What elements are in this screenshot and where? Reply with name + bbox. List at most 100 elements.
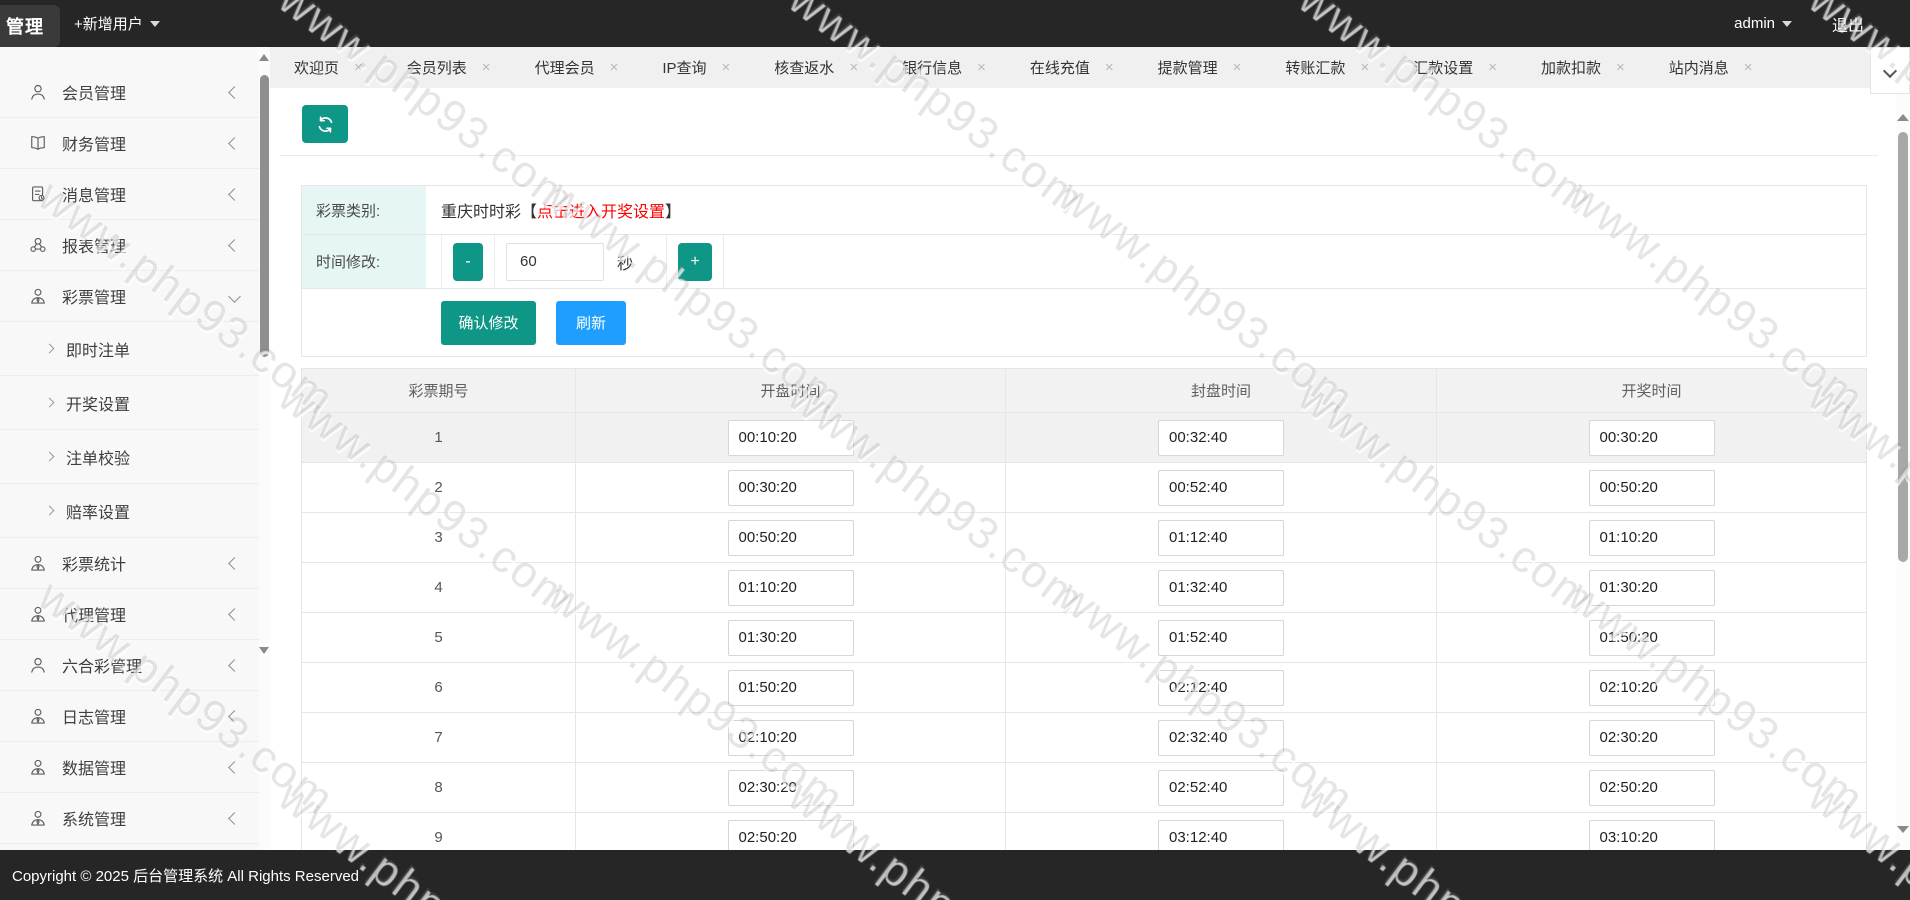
open-draw-settings-link[interactable]: 点击进入开奖设置	[537, 198, 665, 222]
tab-label[interactable]: 会员列表	[407, 57, 467, 78]
tab-label[interactable]: 转账汇款	[1285, 57, 1345, 78]
tab-label[interactable]: 站内消息	[1669, 57, 1729, 78]
minus-button[interactable]: -	[453, 243, 483, 281]
tab[interactable]: 欢迎页 ×	[294, 57, 363, 78]
tab[interactable]: 汇款设置 ×	[1413, 57, 1497, 78]
tab-close-icon[interactable]: ×	[482, 59, 491, 76]
sidebar-item[interactable]: 消息管理	[0, 169, 259, 220]
sidebar-subitem[interactable]: 赔率设置	[0, 484, 259, 538]
sidebar-item[interactable]: 数据管理	[0, 742, 259, 793]
scroll-up-arrow-icon[interactable]	[1897, 114, 1909, 121]
confirm-button[interactable]: 确认修改	[441, 301, 536, 345]
scroll-down-arrow-icon[interactable]	[259, 647, 269, 654]
draw-time-input[interactable]	[1589, 720, 1715, 756]
refresh-form-button[interactable]: 刷新	[556, 301, 626, 345]
scroll-down-arrow-icon[interactable]	[1897, 826, 1909, 833]
close-time-input[interactable]	[1158, 670, 1284, 706]
draw-time-input[interactable]	[1589, 420, 1715, 456]
tab-close-icon[interactable]: ×	[610, 59, 619, 76]
draw-time-input[interactable]	[1589, 770, 1715, 806]
tab[interactable]: 提款管理 ×	[1158, 57, 1242, 78]
open-time-input[interactable]	[728, 420, 854, 456]
close-time-input[interactable]	[1158, 470, 1284, 506]
draw-time-input[interactable]	[1589, 670, 1715, 706]
tab-dropdown-button[interactable]	[1870, 47, 1910, 94]
draw-time-input[interactable]	[1589, 520, 1715, 556]
tab[interactable]: 站内消息 ×	[1669, 57, 1753, 78]
plus-button[interactable]: +	[678, 243, 712, 281]
tab-close-icon[interactable]: ×	[354, 59, 363, 76]
sidebar-scrollbar[interactable]	[259, 47, 270, 850]
tab-close-icon[interactable]: ×	[722, 59, 731, 76]
sidebar-item[interactable]: 彩票统计	[0, 538, 259, 589]
tab-close-icon[interactable]: ×	[1488, 59, 1497, 76]
sidebar-item[interactable]: 彩票管理	[0, 271, 259, 322]
open-time-input[interactable]	[728, 670, 854, 706]
open-time-input[interactable]	[728, 770, 854, 806]
sidebar-item[interactable]: 日志管理	[0, 691, 259, 742]
close-time-input[interactable]	[1158, 720, 1284, 756]
tab-label[interactable]: 加款扣款	[1541, 57, 1601, 78]
sidebar-subitem[interactable]: 开奖设置	[0, 376, 259, 430]
sidebar-item[interactable]: 会员管理	[0, 67, 259, 118]
close-time-input[interactable]	[1158, 420, 1284, 456]
tab-close-icon[interactable]: ×	[849, 59, 858, 76]
tab-close-icon[interactable]: ×	[1360, 59, 1369, 76]
open-time-input[interactable]	[728, 520, 854, 556]
sidebar-scrollbar-thumb[interactable]	[260, 75, 269, 357]
open-time-input[interactable]	[728, 720, 854, 756]
close-time-input[interactable]	[1158, 770, 1284, 806]
tab-close-icon[interactable]: ×	[1233, 59, 1242, 76]
tab[interactable]: 加款扣款 ×	[1541, 57, 1625, 78]
add-user-button[interactable]: +新增用户	[74, 0, 160, 47]
draw-time-input[interactable]	[1589, 620, 1715, 656]
seconds-input[interactable]	[506, 243, 604, 281]
tab[interactable]: IP查询 ×	[662, 57, 730, 78]
tab-label[interactable]: 银行信息	[902, 57, 962, 78]
tab-close-icon[interactable]: ×	[1105, 59, 1114, 76]
tab-close-icon[interactable]: ×	[1744, 59, 1753, 76]
open-time-input[interactable]	[728, 820, 854, 851]
tab-close-icon[interactable]: ×	[977, 59, 986, 76]
sidebar-item[interactable]: 报表管理	[0, 220, 259, 271]
close-time-input[interactable]	[1158, 520, 1284, 556]
user-menu[interactable]: admin	[1734, 0, 1792, 47]
user-tie-icon	[28, 757, 48, 777]
tab-label[interactable]: 代理会员	[535, 57, 595, 78]
close-time-input[interactable]	[1158, 570, 1284, 606]
content-scrollbar[interactable]	[1896, 88, 1910, 850]
tab-close-icon[interactable]: ×	[1616, 59, 1625, 76]
tab-label[interactable]: 核查返水	[774, 57, 834, 78]
open-time-input[interactable]	[728, 470, 854, 506]
tab-label[interactable]: 欢迎页	[294, 57, 339, 78]
draw-time-input[interactable]	[1589, 570, 1715, 606]
tab-label[interactable]: IP查询	[662, 57, 706, 78]
tab[interactable]: 银行信息 ×	[902, 57, 986, 78]
open-time-input[interactable]	[728, 570, 854, 606]
sidebar-item[interactable]: 财务管理	[0, 118, 259, 169]
tab-label[interactable]: 汇款设置	[1413, 57, 1473, 78]
sidebar-subitem[interactable]: 注单校验	[0, 430, 259, 484]
chevron-right-icon	[45, 344, 55, 354]
tab[interactable]: 在线充值 ×	[1030, 57, 1114, 78]
logout-button[interactable]: 退出	[1832, 0, 1864, 47]
close-time-input[interactable]	[1158, 820, 1284, 851]
close-time-input[interactable]	[1158, 620, 1284, 656]
tab[interactable]: 代理会员 ×	[535, 57, 619, 78]
open-time-input[interactable]	[728, 620, 854, 656]
tab[interactable]: 会员列表 ×	[407, 57, 491, 78]
tab[interactable]: 核查返水 ×	[774, 57, 858, 78]
tab[interactable]: 转账汇款 ×	[1285, 57, 1369, 78]
sidebar-item-label: 系统管理	[62, 806, 126, 830]
sidebar-item[interactable]: 系统管理	[0, 793, 259, 844]
tab-label[interactable]: 在线充值	[1030, 57, 1090, 78]
scroll-up-arrow-icon[interactable]	[259, 54, 269, 61]
refresh-button[interactable]	[302, 105, 348, 143]
draw-time-input[interactable]	[1589, 470, 1715, 506]
content-scrollbar-thumb[interactable]	[1898, 132, 1908, 562]
sidebar-subitem[interactable]: 即时注单	[0, 322, 259, 376]
draw-time-input[interactable]	[1589, 820, 1715, 851]
sidebar-item[interactable]: 代理管理	[0, 589, 259, 640]
sidebar-item[interactable]: 六合彩管理	[0, 640, 259, 691]
tab-label[interactable]: 提款管理	[1158, 57, 1218, 78]
